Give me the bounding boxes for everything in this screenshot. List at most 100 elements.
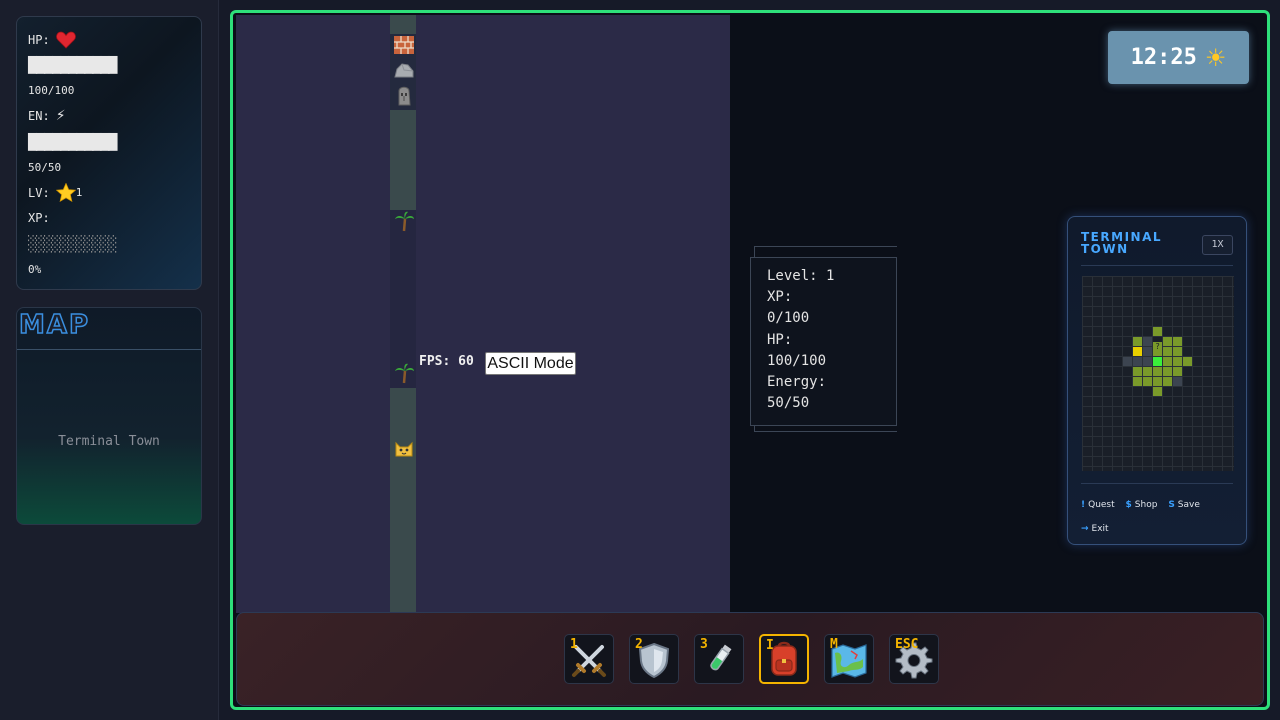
xp-value: 0% [28, 262, 42, 276]
minimap-cell [1143, 377, 1152, 386]
lv-value: 1 [75, 186, 83, 200]
en-bar: ███████████ [28, 129, 190, 155]
minimap-cell [1133, 357, 1142, 366]
map-panel[interactable]: MAP Terminal Town [16, 307, 202, 525]
xp-label: XP: [28, 211, 50, 226]
legend-save: S Save [1168, 493, 1200, 517]
path-segment [390, 388, 416, 613]
rock-tile[interactable] [393, 59, 415, 81]
lv-label: LV: [28, 185, 50, 200]
minimap-cell [1143, 357, 1152, 366]
info-line-hp-label: HP: [767, 331, 793, 348]
minimap-cell [1153, 367, 1162, 376]
hp-label: HP: [28, 32, 50, 47]
minimap-cell [1163, 337, 1172, 346]
palm-tree-tile-1[interactable] [393, 210, 415, 232]
info-line-energy-value: 50/50 [767, 395, 810, 412]
xp-bar-glyphs: ░░░░░░░░░░░ [28, 234, 117, 253]
hotbar: 1 2 3 I M ESC [236, 612, 1264, 706]
slot-key-i: I [766, 638, 774, 653]
map-panel-title: MAP [18, 309, 91, 341]
slot-key-3: 3 [700, 637, 708, 652]
minimap-cell [1163, 377, 1172, 386]
info-line-xp-label: XP: [767, 289, 793, 306]
legend-exit: → Exit [1081, 517, 1109, 541]
minimap-cell [1143, 337, 1152, 346]
game-clock: 12:25 ☀ [1108, 31, 1249, 84]
hotbar-slot-shield[interactable]: 2 [629, 634, 679, 684]
minimap-cell [1153, 327, 1162, 336]
minimap-cell [1163, 367, 1172, 376]
hp-value: 100/100 [28, 84, 75, 98]
lv-row: LV: 1 [28, 180, 190, 206]
minimap-cell [1183, 357, 1192, 366]
minimap-cell [1153, 377, 1162, 386]
save-symbol: S [1168, 500, 1175, 510]
minimap-cell [1173, 367, 1182, 376]
palm-tree-tile-2[interactable] [393, 362, 415, 384]
minimap-cell [1133, 337, 1142, 346]
game-viewport[interactable]: FPS: 60 ASCII Mode Level: 1 XP: 0/100 HP… [230, 10, 1270, 710]
minimap-cell [1143, 347, 1152, 356]
map-location-name: Terminal Town [58, 434, 160, 449]
minimap-cell [1173, 377, 1182, 386]
minimap-divider [1081, 265, 1233, 266]
minimap-zoom-button[interactable]: 1X [1202, 235, 1233, 255]
en-label: EN: [28, 109, 50, 124]
player-stats-panel: HP: ███████████ 100/100 EN: ⚡ ██████████… [16, 16, 202, 290]
statue-tile[interactable] [393, 84, 415, 106]
star-icon [55, 182, 76, 203]
hotbar-slot-potion[interactable]: 3 [694, 634, 744, 684]
en-value: 50/50 [28, 160, 62, 174]
minimap-cell [1173, 357, 1182, 366]
minimap-player-cell [1153, 357, 1162, 366]
legend-shop-label: Shop [1134, 500, 1158, 510]
minimap-grid[interactable]: ? [1082, 276, 1234, 471]
legend-quest: ! Quest [1081, 493, 1115, 517]
slot-key-2: 2 [635, 637, 643, 652]
legend-save-label: Save [1177, 500, 1200, 510]
en-bar-glyphs: ███████████ [28, 132, 117, 151]
brick-wall-tile[interactable] [393, 34, 415, 56]
hotbar-slot-settings[interactable]: ESC [889, 634, 939, 684]
minimap-cell [1143, 367, 1152, 376]
xp-bar: ░░░░░░░░░░░ [28, 231, 190, 257]
slot-key-1: 1 [570, 637, 578, 652]
player-info-text: Level: 1 XP: 0/100 HP: 100/100 Energy: 5… [767, 266, 834, 414]
hotbar-slot-sword[interactable]: 1 [564, 634, 614, 684]
minimap-marker-cell [1133, 347, 1142, 356]
clock-time: 12:25 [1130, 45, 1197, 70]
info-line-hp-value: 100/100 [767, 352, 827, 369]
sun-icon: ☀ [1204, 43, 1227, 72]
minimap-legend: ! Quest $ Shop S Save → Exit [1081, 493, 1237, 541]
minimap-panel[interactable]: TERMINAL TOWN 1X ? ! Quest $ Shop S Save → E… [1067, 216, 1247, 545]
slot-key-m: M [830, 637, 838, 652]
world-area[interactable]: FPS: 60 ASCII Mode [236, 15, 730, 613]
minimap-divider-bottom [1081, 483, 1233, 484]
ascii-mode-button[interactable]: ASCII Mode [485, 352, 576, 375]
cat-npc-tile[interactable] [393, 437, 415, 459]
legend-quest-label: Quest [1088, 500, 1115, 510]
en-row: EN: ⚡ [28, 104, 190, 130]
map-panel-divider [17, 349, 201, 350]
hotbar-slot-map[interactable]: M [824, 634, 874, 684]
minimap-cell [1133, 367, 1142, 376]
quest-symbol: ! [1081, 500, 1086, 510]
hp-bar: ███████████ [28, 53, 190, 79]
hotbar-slot-inventory[interactable]: I [759, 634, 809, 684]
hp-bar-glyphs: ███████████ [28, 56, 117, 75]
minimap-title: TERMINAL TOWN [1081, 231, 1162, 255]
info-line-energy-label: Energy: [767, 374, 827, 391]
shop-symbol: $ [1125, 500, 1132, 510]
exit-symbol: → [1081, 524, 1089, 534]
minimap-cell [1153, 387, 1162, 396]
lightning-icon: ⚡ [55, 108, 66, 125]
minimap-cell [1173, 347, 1182, 356]
fps-counter: FPS: 60 [419, 354, 474, 369]
minimap-cell [1133, 377, 1142, 386]
minimap-cell [1173, 337, 1182, 346]
minimap-unknown-marker: ? [1153, 342, 1162, 351]
hp-row: HP: [28, 27, 190, 53]
minimap-cell [1123, 357, 1132, 366]
info-line-level: Level: 1 [767, 268, 835, 284]
